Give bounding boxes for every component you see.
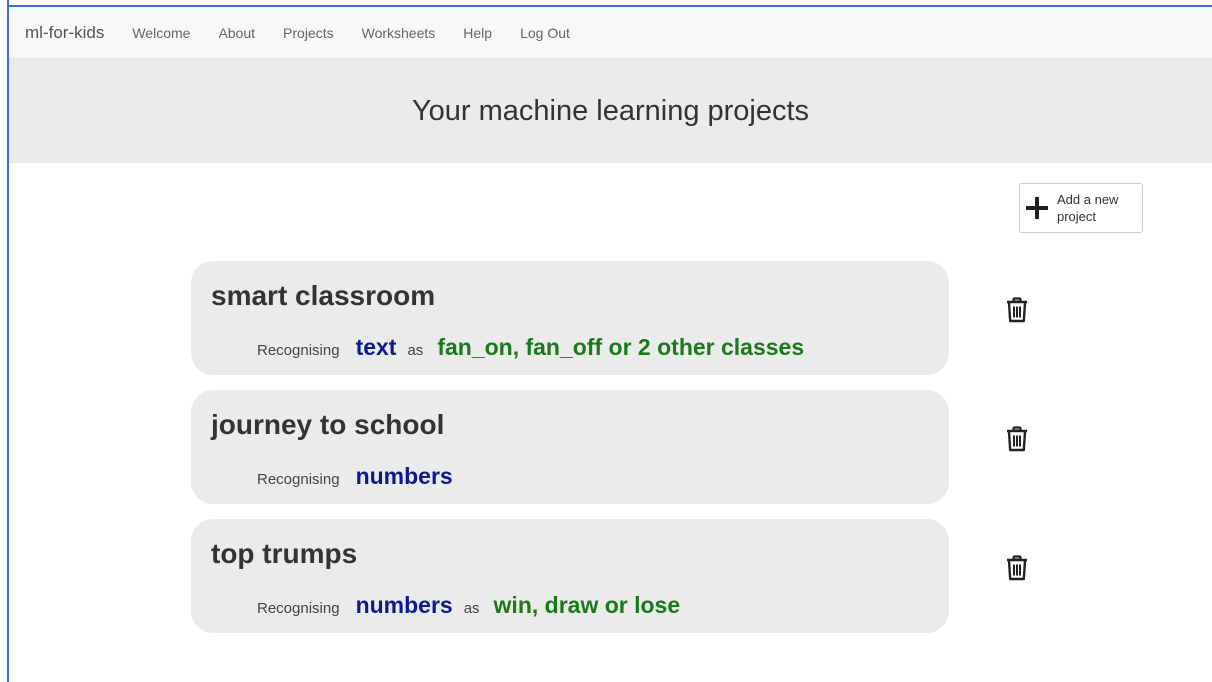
navbar: ml-for-kids Welcome About Projects Works…: [9, 7, 1212, 59]
add-project-button[interactable]: Add a new project: [1019, 183, 1143, 233]
project-description: Recognising text as fan_on, fan_off or 2…: [257, 334, 804, 361]
project-card[interactable]: smart classroom Recognising text as fan_…: [191, 261, 949, 375]
project-type: numbers: [355, 592, 453, 618]
project-card[interactable]: journey to school Recognising numbers: [191, 390, 949, 504]
trash-icon[interactable]: [1005, 297, 1029, 323]
project-description: Recognising numbers as win, draw or lose: [257, 592, 680, 619]
trash-icon[interactable]: [1005, 555, 1029, 581]
recognising-label: Recognising: [257, 342, 340, 359]
project-type: text: [355, 334, 397, 360]
plus-icon: [1026, 197, 1048, 219]
recognising-label: Recognising: [257, 471, 340, 488]
brand-link[interactable]: ml-for-kids: [25, 23, 104, 43]
add-project-label: Add a new project: [1057, 192, 1119, 224]
nav-link-help[interactable]: Help: [449, 25, 506, 41]
page-title: Your machine learning projects: [411, 94, 810, 127]
project-name: top trumps: [211, 538, 358, 569]
nav-link-about[interactable]: About: [204, 25, 269, 41]
as-label: as: [463, 600, 480, 617]
trash-icon[interactable]: [1005, 426, 1029, 452]
recognising-label: Recognising: [257, 600, 340, 617]
project-description: Recognising numbers: [257, 463, 464, 490]
nav-link-projects[interactable]: Projects: [269, 25, 348, 41]
project-name: journey to school: [211, 409, 445, 440]
project-type: numbers: [355, 463, 453, 489]
nav-link-logout[interactable]: Log Out: [506, 25, 584, 41]
project-name: smart classroom: [211, 280, 436, 311]
project-card[interactable]: top trumps Recognising numbers as win, d…: [191, 519, 949, 633]
nav-link-worksheets[interactable]: Worksheets: [348, 25, 450, 41]
page-header: Your machine learning projects: [9, 59, 1212, 163]
project-classes: fan_on, fan_off or 2 other classes: [437, 334, 805, 360]
nav-link-welcome[interactable]: Welcome: [118, 25, 204, 41]
project-classes: win, draw or lose: [493, 592, 681, 618]
as-label: as: [407, 342, 424, 359]
